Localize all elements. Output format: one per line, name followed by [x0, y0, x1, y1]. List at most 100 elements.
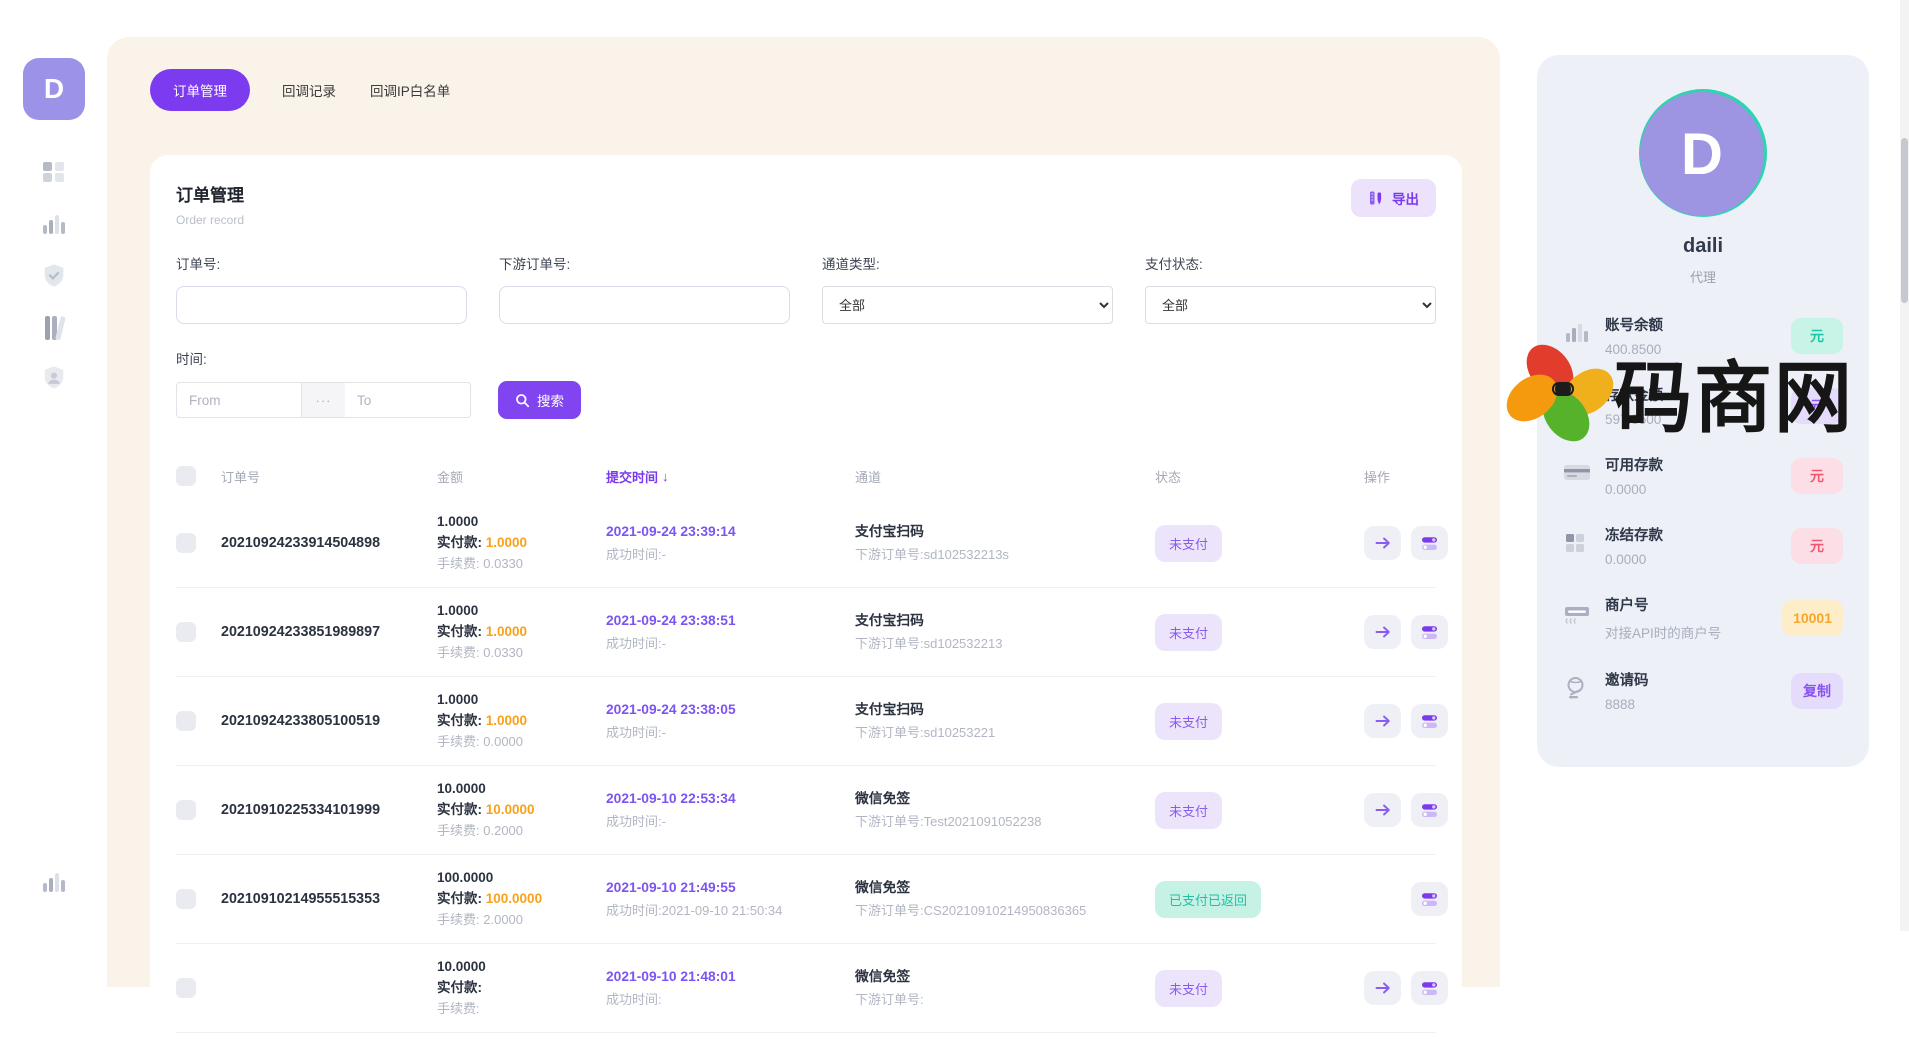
squares-icon: [1563, 531, 1605, 560]
stat-badge[interactable]: 元: [1791, 318, 1843, 354]
pay-status-select[interactable]: 全部: [1145, 286, 1436, 324]
status-badge: 未支付: [1155, 970, 1222, 1007]
stat-value: 597.8500: [1605, 412, 1791, 427]
row-actions: [1305, 793, 1448, 827]
status-badge: 未支付: [1155, 703, 1222, 740]
submit-time: 2021-09-10 21:48:01: [606, 967, 855, 986]
dashboard-grid-icon[interactable]: [0, 158, 107, 186]
channel-type-label: 通道类型:: [822, 253, 1113, 273]
profile-stats: 账号余额 400.8500 元 存款金额 597.8500 元 可用存款 0.0…: [1537, 314, 1869, 712]
row-checkbox[interactable]: [176, 978, 196, 998]
order-id: 20210924233851989897: [221, 624, 437, 640]
stat-label: 邀请码: [1605, 669, 1791, 690]
tab-callback-ip-whitelist[interactable]: 回调IP白名单: [368, 69, 452, 111]
stat-label: 可用存款: [1605, 454, 1791, 475]
stats-bar-chart-icon[interactable]: [0, 210, 107, 240]
order-no-input[interactable]: [176, 286, 467, 324]
detail-arrow-button[interactable]: [1364, 793, 1401, 827]
submit-time: 2021-09-10 22:53:34: [606, 789, 855, 808]
export-icon: [1368, 190, 1384, 206]
profile-stat-row: 冻结存款 0.0000 元: [1563, 524, 1843, 567]
row-actions: [1305, 971, 1448, 1005]
shield-check-icon[interactable]: [0, 262, 107, 290]
time-from-input[interactable]: [176, 382, 302, 418]
toggle-settings-button[interactable]: [1411, 882, 1448, 916]
scrollbar-track[interactable]: [1900, 0, 1909, 931]
left-sidebar: D: [0, 0, 107, 931]
filter-form: 订单号: 下游订单号: 通道类型: 全部 支付状态: 全部: [176, 253, 1436, 324]
time-to-input[interactable]: [345, 382, 471, 418]
search-icon: [515, 393, 530, 408]
row-actions: [1305, 882, 1448, 916]
select-all-checkbox[interactable]: [176, 466, 196, 486]
time-cell: 2021-09-24 23:39:14 成功时间:-: [606, 522, 855, 564]
detail-arrow-button[interactable]: [1364, 971, 1401, 1005]
stat-value: 对接API时的商户号: [1605, 622, 1782, 642]
profile-name: daili: [1537, 235, 1869, 258]
pos-icon: [1563, 604, 1605, 633]
submit-time: 2021-09-24 23:38:05: [606, 700, 855, 719]
sort-down-icon: ↓: [662, 469, 669, 484]
order-id: 20210910225334101999: [221, 802, 437, 818]
app-logo[interactable]: D: [23, 58, 85, 120]
avatar[interactable]: D: [1640, 92, 1764, 216]
order-id: 20210910214955515353: [221, 891, 437, 907]
scrollbar-thumb[interactable]: [1901, 138, 1908, 303]
stat-badge[interactable]: 复制: [1791, 673, 1843, 709]
row-actions: [1305, 615, 1448, 649]
status-badge: 未支付: [1155, 614, 1222, 651]
stat-badge[interactable]: 10001: [1782, 600, 1843, 636]
tab-order-management[interactable]: 订单管理: [150, 69, 250, 111]
stat-value: 8888: [1605, 697, 1791, 712]
downstream-order-no-label: 下游订单号:: [499, 253, 790, 273]
header-submit-time-sort[interactable]: 提交时间↓: [606, 467, 855, 486]
main-panel: 订单管理 回调记录 回调IP白名单 订单管理 Order record 导出 订…: [107, 37, 1500, 987]
submit-time: 2021-09-10 21:49:55: [606, 878, 855, 897]
stat-badge[interactable]: 元: [1791, 528, 1843, 564]
credit-card-icon: [1563, 462, 1605, 489]
tab-callback-records[interactable]: 回调记录: [280, 69, 338, 111]
row-checkbox[interactable]: [176, 622, 196, 642]
submit-time: 2021-09-24 23:38:51: [606, 611, 855, 630]
stat-badge[interactable]: 元: [1791, 458, 1843, 494]
status-badge: 已支付已返回: [1155, 881, 1261, 918]
export-button[interactable]: 导出: [1351, 179, 1436, 217]
library-icon[interactable]: [0, 312, 107, 344]
bar-chart-icon: [1563, 320, 1605, 351]
user-badge-icon[interactable]: [0, 364, 107, 392]
channel-type-select[interactable]: 全部: [822, 286, 1113, 324]
orders-table: 订单号 金额 提交时间↓ 通道 状态 操作 202109242339145048…: [176, 453, 1436, 1033]
header-order-no: 订单号: [221, 467, 437, 486]
toggle-settings-button[interactable]: [1411, 793, 1448, 827]
search-button[interactable]: 搜索: [498, 381, 581, 419]
toggle-settings-button[interactable]: [1411, 615, 1448, 649]
stat-label: 账号余额: [1605, 314, 1791, 335]
profile-stat-row: 账号余额 400.8500 元: [1563, 314, 1843, 357]
detail-arrow-button[interactable]: [1364, 704, 1401, 738]
stat-badge[interactable]: 元: [1791, 388, 1843, 424]
amount-cell: 10.0000 实付款: 手续费:: [437, 958, 606, 1018]
row-actions: [1305, 526, 1448, 560]
toggle-settings-button[interactable]: [1411, 526, 1448, 560]
row-actions: [1305, 704, 1448, 738]
downstream-order-no-input[interactable]: [499, 286, 790, 324]
amount-cell: 1.0000 实付款: 1.0000 手续费: 0.0330: [437, 513, 606, 573]
stat-value: 0.0000: [1605, 552, 1791, 567]
row-checkbox[interactable]: [176, 711, 196, 731]
table-row: 20210924233851989897 1.0000 实付款: 1.0000 …: [176, 588, 1436, 677]
channel-cell: 支付宝扫码 下游订单号:sd102532213s: [855, 522, 1155, 564]
profile-stat-row: 存款金额 597.8500 元: [1563, 384, 1843, 427]
row-checkbox[interactable]: [176, 800, 196, 820]
table-row: 20210910225334101999 10.0000 实付款: 10.000…: [176, 766, 1436, 855]
table-row: 10.0000 实付款: 手续费: 2021-09-10 21:48:01 成功…: [176, 944, 1436, 1033]
header-channel: 通道: [855, 467, 1155, 486]
detail-arrow-button[interactable]: [1364, 526, 1401, 560]
bottom-bar-chart-icon[interactable]: [0, 868, 107, 898]
toggle-settings-button[interactable]: [1411, 971, 1448, 1005]
row-checkbox[interactable]: [176, 533, 196, 553]
stat-value: 0.0000: [1605, 482, 1791, 497]
time-cell: 2021-09-10 21:49:55 成功时间:2021-09-10 21:5…: [606, 878, 855, 920]
row-checkbox[interactable]: [176, 889, 196, 909]
detail-arrow-button[interactable]: [1364, 615, 1401, 649]
toggle-settings-button[interactable]: [1411, 704, 1448, 738]
